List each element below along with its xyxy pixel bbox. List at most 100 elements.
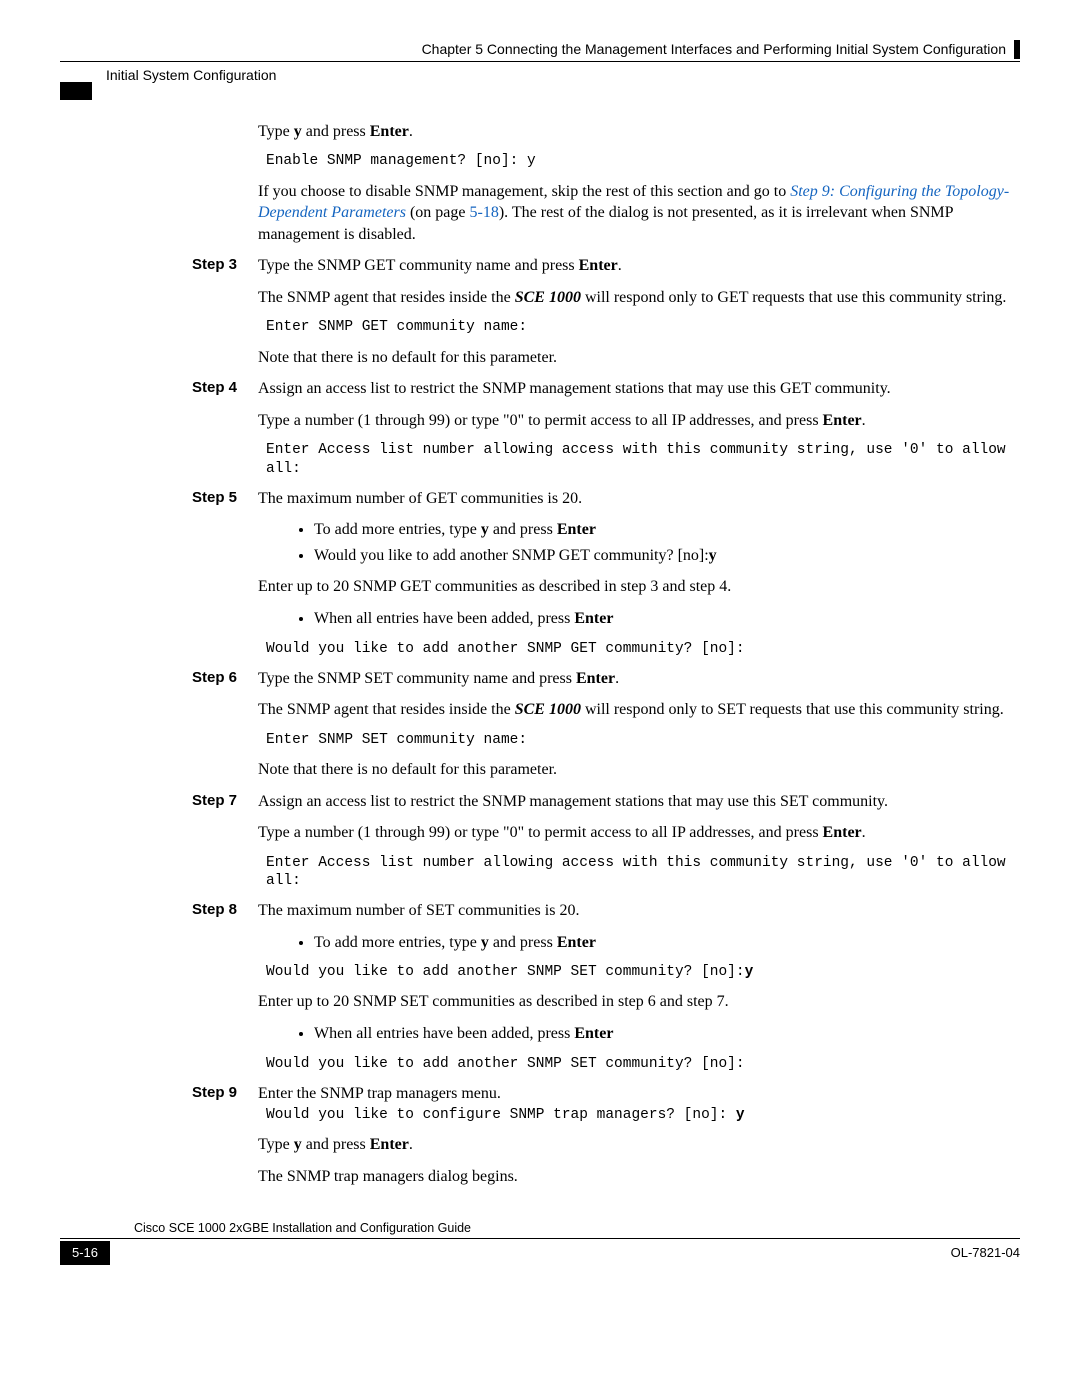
footer-rule: [60, 1238, 1020, 1239]
text: When all entries have been added, press: [314, 610, 574, 627]
page-footer: Cisco SCE 1000 2xGBE Installation and Co…: [60, 1220, 1020, 1265]
step8-bullets1: To add more entries, type y and press En…: [258, 932, 1020, 954]
step6-l3: Note that there is no default for this p…: [258, 759, 1020, 781]
text: Type the SNMP SET community name and pre…: [258, 670, 576, 687]
step9-l1: Enter the SNMP trap managers menu.: [258, 1083, 1020, 1105]
bold-y: y: [481, 521, 489, 538]
step8-l2: Enter up to 20 SNMP SET communities as d…: [258, 991, 1020, 1013]
code-add-set-yes: Would you like to add another SNMP SET c…: [266, 963, 1020, 981]
step7-l1: Assign an access list to restrict the SN…: [258, 791, 1020, 813]
step5-bullets2: When all entries have been added, press …: [258, 608, 1020, 630]
bold-enter: Enter: [823, 412, 862, 429]
step-7: Step 7 Assign an access list to restrict…: [192, 791, 1020, 890]
step8-l1: The maximum number of SET communities is…: [258, 900, 1020, 922]
step5-l2: Enter up to 20 SNMP GET communities as d…: [258, 576, 1020, 598]
code-get-name: Enter SNMP GET community name:: [266, 318, 1020, 336]
bold-enter: Enter: [574, 610, 613, 627]
text: Type: [258, 1136, 294, 1153]
bold-y: y: [736, 1107, 745, 1123]
text: .: [615, 670, 619, 687]
step5-bullets1: To add more entries, type y and press En…: [258, 519, 1020, 566]
text: will respond only to GET requests that u…: [581, 289, 1006, 306]
text: .: [862, 412, 866, 429]
step-label: Step 8: [192, 900, 237, 920]
text: Would you like to add another SNMP SET c…: [266, 964, 745, 980]
bold-y: y: [745, 964, 754, 980]
intro-disable: If you choose to disable SNMP management…: [258, 181, 1010, 246]
text: and press: [489, 934, 557, 951]
footer-guide-title: Cisco SCE 1000 2xGBE Installation and Co…: [134, 1220, 1020, 1237]
text: Type a number (1 through 99) or type "0"…: [258, 824, 823, 841]
bold-enter: Enter: [576, 670, 615, 687]
step7-l2: Type a number (1 through 99) or type "0"…: [258, 822, 1020, 844]
text: The SNMP agent that resides inside the: [258, 289, 515, 306]
bold-sce1000: SCE 1000: [515, 701, 581, 718]
text: and press: [302, 1136, 370, 1153]
text: will respond only to SET requests that u…: [581, 701, 1004, 718]
step6-l2: The SNMP agent that resides inside the S…: [258, 699, 1020, 721]
bold-enter: Enter: [823, 824, 862, 841]
step4-l2: Type a number (1 through 99) or type "0"…: [258, 410, 1020, 432]
step9-l3: The SNMP trap managers dialog begins.: [258, 1166, 1020, 1188]
text: To add more entries, type: [314, 521, 481, 538]
step-label: Step 5: [192, 488, 237, 508]
bullet: Would you like to add another SNMP GET c…: [314, 545, 1020, 567]
bold-enter: Enter: [370, 1136, 409, 1153]
step9-l2: Type y and press Enter.: [258, 1134, 1020, 1156]
intro-type-y: Type y and press Enter.: [258, 121, 1010, 143]
code-access-list-set: Enter Access list number allowing access…: [266, 854, 1020, 890]
text: Would you like to add another SNMP GET c…: [314, 547, 709, 564]
text: and press: [302, 123, 370, 140]
code-enable-snmp: Enable SNMP management? [no]: y: [266, 152, 1010, 170]
step3-l2: The SNMP agent that resides inside the S…: [258, 287, 1020, 309]
step3-l1: Type the SNMP GET community name and pre…: [258, 255, 1020, 277]
text: Type a number (1 through 99) or type "0"…: [258, 412, 823, 429]
code-trap-managers: Would you like to configure SNMP trap ma…: [266, 1106, 1020, 1124]
bold-y: y: [709, 547, 717, 564]
step-4: Step 4 Assign an access list to restrict…: [192, 378, 1020, 477]
code-set-name: Enter SNMP SET community name:: [266, 731, 1020, 749]
text: .: [862, 824, 866, 841]
step-label: Step 7: [192, 791, 237, 811]
step-label: Step 6: [192, 668, 237, 688]
step-6: Step 6 Type the SNMP SET community name …: [192, 668, 1020, 781]
bold-enter: Enter: [574, 1025, 613, 1042]
step5-l1: The maximum number of GET communities is…: [258, 488, 1020, 510]
step-8: Step 8 The maximum number of SET communi…: [192, 900, 1020, 1073]
text: .: [618, 257, 622, 274]
bold-enter: Enter: [579, 257, 618, 274]
bold-y: y: [481, 934, 489, 951]
bullet: When all entries have been added, press …: [314, 608, 1020, 630]
bold-y: y: [294, 1136, 302, 1153]
step-9: Step 9 Enter the SNMP trap managers menu…: [192, 1083, 1020, 1188]
step-label: Step 4: [192, 378, 237, 398]
page-number: 5-16: [60, 1241, 110, 1265]
bold-sce1000: SCE 1000: [515, 289, 581, 306]
left-margin-marker: [60, 82, 92, 100]
text: Would you like to configure SNMP trap ma…: [266, 1107, 736, 1123]
code-access-list-get: Enter Access list number allowing access…: [266, 441, 1020, 477]
step8-bullets2: When all entries have been added, press …: [258, 1023, 1020, 1045]
text: Type the SNMP GET community name and pre…: [258, 257, 579, 274]
step-3: Step 3 Type the SNMP GET community name …: [192, 255, 1020, 368]
text: .: [409, 1136, 413, 1153]
header-rule: [60, 61, 1020, 62]
text: (on page: [406, 204, 470, 221]
step-label: Step 9: [192, 1083, 237, 1103]
link-page-518[interactable]: 5-18: [470, 204, 499, 221]
text: When all entries have been added, press: [314, 1025, 574, 1042]
step-label: Step 3: [192, 255, 237, 275]
step4-l1: Assign an access list to restrict the SN…: [258, 378, 1020, 400]
text: and press: [489, 521, 557, 538]
step3-l3: Note that there is no default for this p…: [258, 347, 1020, 369]
text: The SNMP agent that resides inside the: [258, 701, 515, 718]
step6-l1: Type the SNMP SET community name and pre…: [258, 668, 1020, 690]
intro-block: Type y and press Enter. Enable SNMP mana…: [258, 121, 1010, 246]
chapter-header: Chapter 5 Connecting the Management Inte…: [60, 40, 1020, 59]
bullet: When all entries have been added, press …: [314, 1023, 1020, 1045]
step-5: Step 5 The maximum number of GET communi…: [192, 488, 1020, 658]
document-id: OL-7821-04: [951, 1241, 1020, 1265]
bullet: To add more entries, type y and press En…: [314, 519, 1020, 541]
text: To add more entries, type: [314, 934, 481, 951]
bold-enter: Enter: [557, 934, 596, 951]
